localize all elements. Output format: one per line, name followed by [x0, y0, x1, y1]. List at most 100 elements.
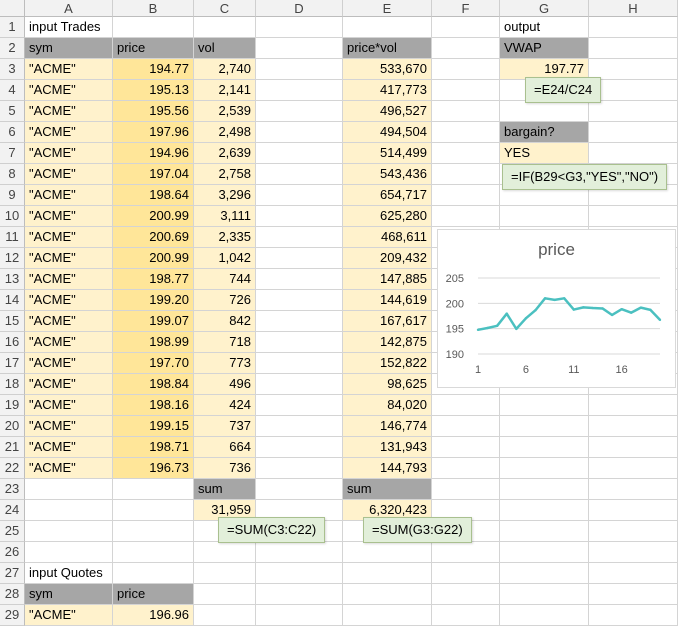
trade-price-vol-cell[interactable]: 146,774 [343, 416, 432, 437]
cell-g23[interactable] [500, 479, 589, 500]
cell-h6[interactable] [589, 122, 678, 143]
cell-d13[interactable] [256, 269, 343, 290]
cell-a25[interactable] [25, 521, 113, 542]
cell-g24[interactable] [500, 500, 589, 521]
cell-d16[interactable] [256, 332, 343, 353]
cell-h28[interactable] [589, 584, 678, 605]
trade-vol-cell[interactable]: 2,141 [194, 80, 256, 101]
trade-sym-cell[interactable]: "ACME" [25, 416, 113, 437]
trade-vol-cell[interactable]: 1,042 [194, 248, 256, 269]
row-header-27[interactable]: 27 [0, 563, 25, 584]
trade-price-cell[interactable]: 200.99 [113, 248, 194, 269]
trade-vol-cell[interactable]: 496 [194, 374, 256, 395]
quotes-title[interactable]: input Quotes [25, 563, 113, 584]
bargain-label[interactable]: bargain? [500, 122, 589, 143]
trade-price-cell[interactable]: 199.07 [113, 311, 194, 332]
cell-f4[interactable] [432, 80, 500, 101]
trade-price-cell[interactable]: 198.71 [113, 437, 194, 458]
trade-price-cell[interactable]: 194.96 [113, 143, 194, 164]
cell-e1[interactable] [343, 17, 432, 38]
trade-vol-cell[interactable]: 2,539 [194, 101, 256, 122]
row-header-2[interactable]: 2 [0, 38, 25, 59]
trade-price-vol-cell[interactable]: 167,617 [343, 311, 432, 332]
cell-d15[interactable] [256, 311, 343, 332]
cell-h25[interactable] [589, 521, 678, 542]
trade-vol-cell[interactable]: 726 [194, 290, 256, 311]
price-chart[interactable]: price 190 195 200 205 1 6 11 16 [437, 229, 676, 388]
cell-f8[interactable] [432, 164, 500, 185]
cell-d8[interactable] [256, 164, 343, 185]
cell-h29[interactable] [589, 605, 678, 626]
trade-vol-cell[interactable]: 737 [194, 416, 256, 437]
trade-vol-cell[interactable]: 664 [194, 437, 256, 458]
trade-price-cell[interactable]: 194.77 [113, 59, 194, 80]
cell-f6[interactable] [432, 122, 500, 143]
cell-g27[interactable] [500, 563, 589, 584]
cell-h23[interactable] [589, 479, 678, 500]
row-header-10[interactable]: 10 [0, 206, 25, 227]
cell-g10[interactable] [500, 206, 589, 227]
trade-price-vol-cell[interactable]: 468,611 [343, 227, 432, 248]
trade-price-vol-cell[interactable]: 209,432 [343, 248, 432, 269]
cell-d27[interactable] [256, 563, 343, 584]
row-header-13[interactable]: 13 [0, 269, 25, 290]
cell-h1[interactable] [589, 17, 678, 38]
cell-f10[interactable] [432, 206, 500, 227]
cell-d20[interactable] [256, 416, 343, 437]
cell-d12[interactable] [256, 248, 343, 269]
row-header-11[interactable]: 11 [0, 227, 25, 248]
cell-h27[interactable] [589, 563, 678, 584]
cell-h7[interactable] [589, 143, 678, 164]
cell-b25[interactable] [113, 521, 194, 542]
cell-d9[interactable] [256, 185, 343, 206]
cell-h10[interactable] [589, 206, 678, 227]
quotes-header-price[interactable]: price [113, 584, 194, 605]
cell-h3[interactable] [589, 59, 678, 80]
cell-g29[interactable] [500, 605, 589, 626]
row-header-7[interactable]: 7 [0, 143, 25, 164]
trade-sym-cell[interactable]: "ACME" [25, 248, 113, 269]
cell-g20[interactable] [500, 416, 589, 437]
cell-h2[interactable] [589, 38, 678, 59]
row-header-21[interactable]: 21 [0, 437, 25, 458]
header-price-vol[interactable]: price*vol [343, 38, 432, 59]
trade-price-cell[interactable]: 198.64 [113, 185, 194, 206]
trade-sym-cell[interactable]: "ACME" [25, 458, 113, 479]
cell-f26[interactable] [432, 542, 500, 563]
cell-h19[interactable] [589, 395, 678, 416]
trade-price-vol-cell[interactable]: 496,527 [343, 101, 432, 122]
output-title[interactable]: output [500, 17, 589, 38]
sum-label-vol[interactable]: sum [194, 479, 256, 500]
trade-sym-cell[interactable]: "ACME" [25, 164, 113, 185]
cell-c28[interactable] [194, 584, 256, 605]
cell-b1[interactable] [113, 17, 194, 38]
row-header-26[interactable]: 26 [0, 542, 25, 563]
cell-h5[interactable] [589, 101, 678, 122]
trade-sym-cell[interactable]: "ACME" [25, 332, 113, 353]
trade-sym-cell[interactable]: "ACME" [25, 290, 113, 311]
cell-d17[interactable] [256, 353, 343, 374]
trade-sym-cell[interactable]: "ACME" [25, 311, 113, 332]
row-header-12[interactable]: 12 [0, 248, 25, 269]
cell-d22[interactable] [256, 458, 343, 479]
cell-a24[interactable] [25, 500, 113, 521]
cell-b26[interactable] [113, 542, 194, 563]
trade-sym-cell[interactable]: "ACME" [25, 206, 113, 227]
select-all-corner[interactable] [0, 0, 25, 17]
column-header-c[interactable]: C [194, 0, 256, 17]
trade-vol-cell[interactable]: 2,335 [194, 227, 256, 248]
row-header-28[interactable]: 28 [0, 584, 25, 605]
trade-price-cell[interactable]: 195.56 [113, 101, 194, 122]
cell-e27[interactable] [343, 563, 432, 584]
cell-d18[interactable] [256, 374, 343, 395]
cell-h4[interactable] [589, 80, 678, 101]
cell-d1[interactable] [256, 17, 343, 38]
row-header-24[interactable]: 24 [0, 500, 25, 521]
cell-d3[interactable] [256, 59, 343, 80]
cell-d7[interactable] [256, 143, 343, 164]
trade-price-cell[interactable]: 198.99 [113, 332, 194, 353]
cell-f29[interactable] [432, 605, 500, 626]
trade-vol-cell[interactable]: 736 [194, 458, 256, 479]
trade-price-vol-cell[interactable]: 144,619 [343, 290, 432, 311]
trade-vol-cell[interactable]: 2,758 [194, 164, 256, 185]
